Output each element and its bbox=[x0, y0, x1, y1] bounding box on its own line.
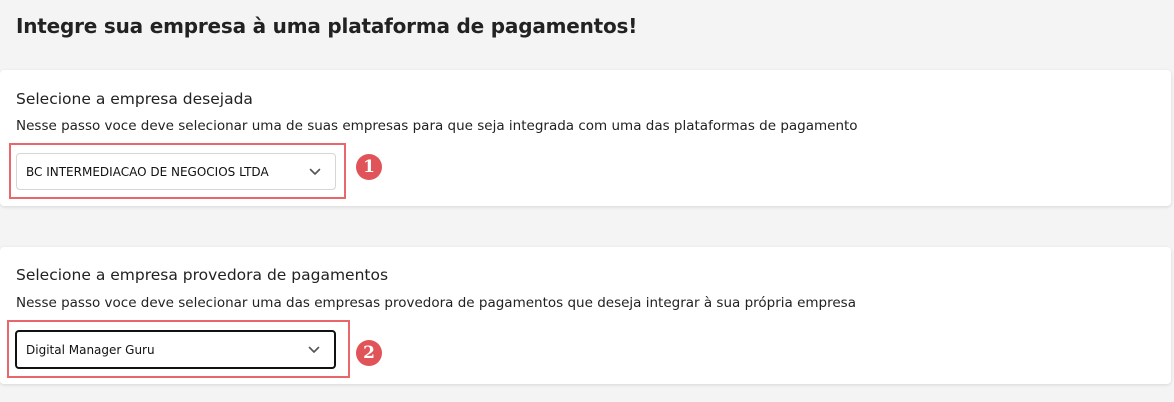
company-section-description: Nesse passo voce deve selecionar uma de … bbox=[16, 118, 858, 134]
step-2-badge: 2 bbox=[356, 340, 382, 366]
company-section-heading: Selecione a empresa desejada bbox=[16, 90, 253, 108]
page-title: Integre sua empresa à uma plataforma de … bbox=[16, 14, 638, 38]
provider-select[interactable]: Digital Manager Guru bbox=[15, 330, 336, 369]
provider-selection-card: Selecione a empresa provedora de pagamen… bbox=[0, 247, 1171, 384]
chevron-down-icon bbox=[309, 168, 321, 175]
company-select[interactable]: BC INTERMEDIACAO DE NEGOCIOS LTDA bbox=[16, 153, 336, 190]
step-1-badge: 1 bbox=[356, 154, 382, 180]
provider-section-description: Nesse passo voce deve selecionar uma das… bbox=[16, 295, 856, 311]
company-select-value: BC INTERMEDIACAO DE NEGOCIOS LTDA bbox=[26, 164, 269, 179]
chevron-down-icon bbox=[308, 346, 320, 353]
provider-select-value: Digital Manager Guru bbox=[26, 342, 155, 357]
company-selection-card: Selecione a empresa desejada Nesse passo… bbox=[0, 70, 1171, 206]
provider-section-heading: Selecione a empresa provedora de pagamen… bbox=[16, 266, 389, 284]
